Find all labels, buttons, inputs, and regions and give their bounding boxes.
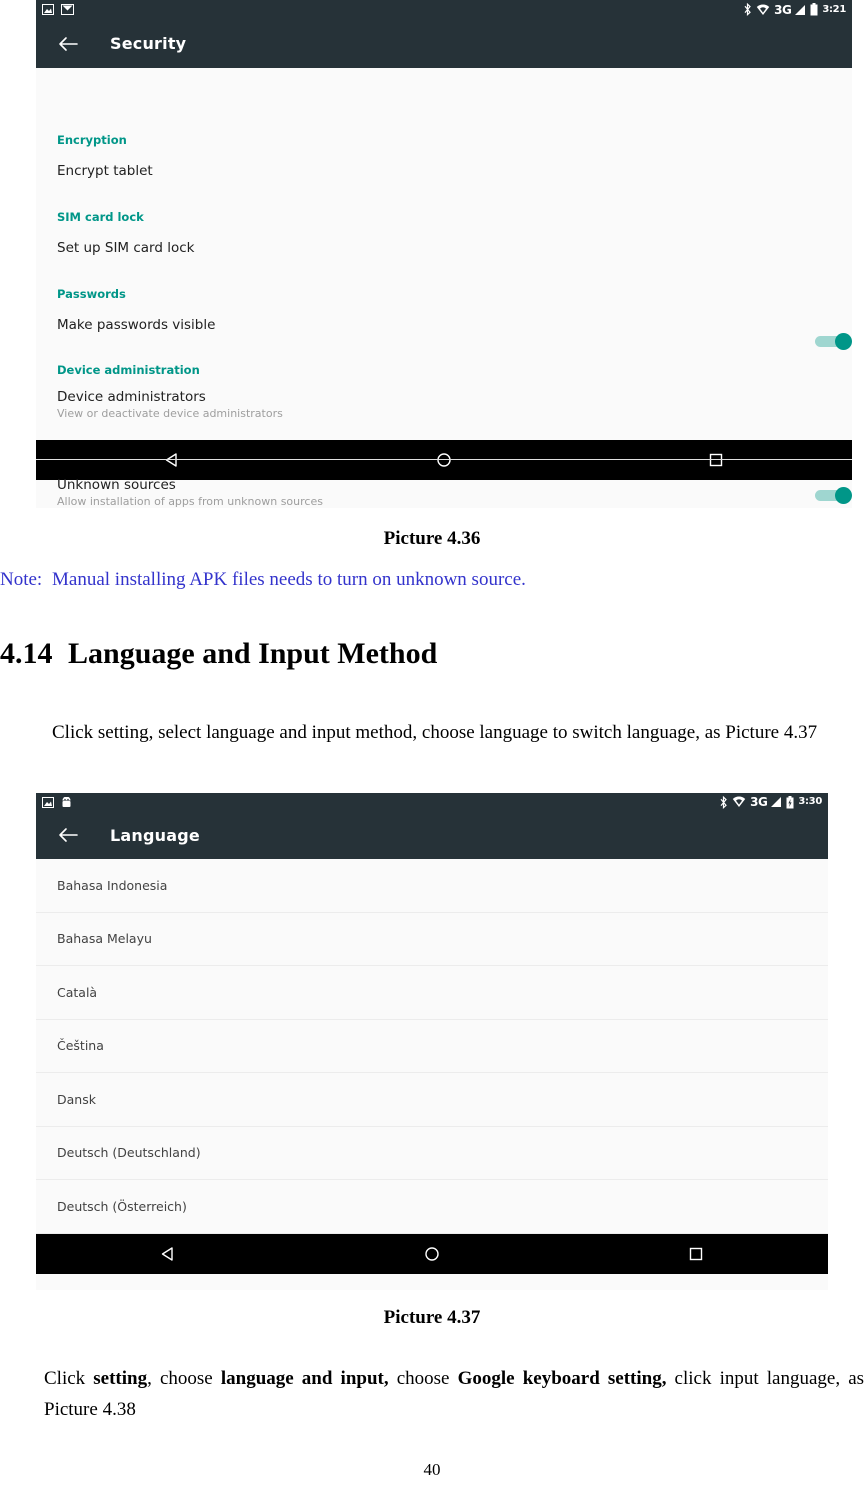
section-heading: 4.14 Language and Input Method — [0, 637, 864, 671]
page-title: Security — [110, 34, 187, 53]
group-heading-passwords: Passwords — [57, 287, 126, 301]
para2-text-3: choose — [388, 1368, 458, 1389]
security-settings-list: Encryption Encrypt tablet SIM card lock … — [36, 68, 852, 508]
home-nav-button[interactable] — [435, 451, 453, 469]
navigation-bar — [36, 440, 852, 480]
list-divider — [36, 459, 852, 460]
toggle-unknown-sources[interactable] — [814, 487, 852, 504]
android-icon — [62, 796, 71, 807]
signal-icon — [795, 4, 806, 15]
network-type-label: 3G — [774, 2, 792, 17]
home-nav-icon — [425, 1246, 439, 1261]
status-bar: 3G 3:30 — [36, 793, 828, 811]
row-title: Encrypt tablet — [57, 163, 153, 179]
status-bar: 3G 3:21 — [36, 0, 852, 19]
recents-nav-button[interactable] — [707, 451, 725, 469]
screenshot-icon — [42, 4, 54, 15]
row-set-up-sim-card-lock[interactable]: Set up SIM card lock — [36, 240, 195, 256]
row-subtitle: View or deactivate device administrators — [57, 407, 283, 420]
note-label: Note: — [0, 569, 43, 590]
row-title: Set up SIM card lock — [57, 240, 195, 256]
list-item[interactable]: Čeština — [36, 1020, 828, 1073]
toggle-make-passwords-visible[interactable] — [814, 333, 852, 350]
back-nav-button[interactable] — [159, 1245, 177, 1263]
battery-icon — [810, 3, 818, 16]
home-nav-button[interactable] — [423, 1245, 441, 1263]
toggle-thumb — [835, 487, 852, 504]
para2-bold-1: setting — [93, 1368, 148, 1389]
bluetooth-icon — [720, 795, 727, 809]
bluetooth-icon — [744, 3, 751, 16]
paragraph-2: Click setting, choose language and input… — [44, 1363, 864, 1425]
row-title: Make passwords visible — [57, 317, 216, 333]
navigation-bar — [36, 1233, 828, 1274]
recents-nav-icon — [709, 453, 723, 467]
wifi-icon — [732, 796, 746, 807]
status-bar-right-icons: 3G 3:30 — [719, 795, 822, 809]
group-heading-device-administration: Device administration — [57, 363, 200, 377]
back-arrow-icon[interactable] — [58, 36, 78, 52]
row-title: Unknown sources — [57, 477, 176, 493]
group-heading-encryption: Encryption — [57, 133, 127, 147]
network-type-label: 3G — [750, 795, 768, 809]
para2-bold-2: language and input, — [220, 1368, 389, 1389]
note-line: Note: Manual installing APK files needs t… — [0, 569, 864, 591]
security-screenshot: 3G 3:21 Security Encryption Encrypt tabl… — [36, 0, 852, 508]
language-screenshot: 3G 3:30 Language Bahasa Indonesia Bahasa… — [36, 793, 828, 1290]
note-text: Manual installing APK files needs to tur… — [52, 569, 526, 590]
clock-label: 3:21 — [822, 3, 846, 15]
section-number: 4.14 — [0, 637, 53, 670]
page-title: Language — [110, 825, 200, 845]
list-item[interactable]: Dansk — [36, 1073, 828, 1127]
list-item[interactable]: Bahasa Indonesia — [36, 859, 828, 913]
list-item[interactable]: Deutsch (Österreich) — [36, 1180, 828, 1234]
row-unknown-sources[interactable]: Unknown sources Allow installation of ap… — [36, 477, 852, 508]
row-make-passwords-visible[interactable]: Make passwords visible — [36, 317, 852, 350]
figure-caption-436: Picture 4.36 — [383, 528, 481, 549]
app-toolbar: Security — [36, 19, 852, 68]
back-arrow-icon[interactable] — [58, 827, 78, 843]
row-device-administrators[interactable]: Device administrators View or deactivate… — [36, 389, 283, 420]
signal-icon — [771, 797, 782, 807]
clock-label: 3:30 — [798, 796, 822, 807]
page-number: 40 — [423, 1460, 441, 1479]
row-title: Device administrators — [57, 389, 206, 405]
back-nav-button[interactable] — [163, 451, 181, 469]
back-nav-icon — [161, 1246, 173, 1261]
list-item[interactable]: Bahasa Melayu — [36, 913, 828, 966]
status-bar-left-icons — [42, 4, 74, 15]
toggle-thumb — [835, 333, 852, 350]
row-encrypt-tablet[interactable]: Encrypt tablet — [36, 163, 153, 179]
list-item[interactable]: Deutsch (Deutschland) — [36, 1127, 828, 1180]
para2-text-2: , choose — [147, 1368, 221, 1389]
language-list: Bahasa Indonesia Bahasa Melayu Català Če… — [36, 859, 828, 1234]
mail-icon — [61, 4, 74, 15]
section-title: Language and Input Method — [68, 637, 438, 670]
screenshot-icon — [42, 796, 54, 808]
paragraph-1: Click setting, select language and input… — [52, 722, 818, 743]
group-heading-sim-card-lock: SIM card lock — [57, 210, 144, 224]
home-nav-icon — [437, 453, 451, 467]
row-subtitle: Allow installation of apps from unknown … — [57, 495, 323, 508]
figure-caption-437: Picture 4.37 — [383, 1307, 481, 1328]
list-item[interactable]: Català — [36, 966, 828, 1020]
recents-nav-button[interactable] — [687, 1245, 705, 1263]
para2-bold-3: Google keyboard setting, — [457, 1368, 667, 1389]
back-nav-icon — [165, 453, 177, 467]
battery-charging-icon — [786, 795, 794, 808]
recents-nav-icon — [689, 1247, 703, 1260]
status-bar-right-icons: 3G 3:21 — [743, 3, 846, 16]
status-bar-left-icons — [42, 796, 72, 808]
para2-text-1: Click — [44, 1368, 94, 1389]
app-toolbar: Language — [36, 811, 828, 859]
wifi-icon — [756, 4, 770, 15]
